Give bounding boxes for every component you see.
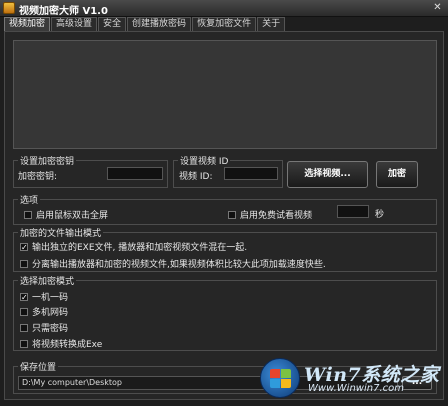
output-mode-item[interactable]: 分离输出播放器和加密的视频文件,如果视频体积比较大此项加载速度快些. xyxy=(20,257,326,270)
encrypt-mode-item[interactable]: ✓ 一机一码 xyxy=(20,290,68,303)
video-id-label: 视频 ID: xyxy=(179,172,213,182)
close-icon[interactable]: ✕ xyxy=(431,2,444,14)
windows-logo-icon xyxy=(260,358,300,398)
video-preview-area xyxy=(13,40,437,149)
output-separate-checkbox[interactable] xyxy=(20,259,28,268)
window-title: 视频加密大师 V1.0 xyxy=(19,6,108,17)
output-mode-group: 加密的文件输出模式 ✓ 输出独立的EXE文件, 播放器和加密视频文件混在一起. … xyxy=(13,226,437,272)
output-mode-group-label: 加密的文件输出模式 xyxy=(18,226,104,239)
output-exe-label: 输出独立的EXE文件, 播放器和加密视频文件混在一起. xyxy=(32,243,248,253)
video-id-group: 设置视频 ID 视频 ID: xyxy=(173,154,283,188)
tab-security[interactable]: 安全 xyxy=(98,17,127,31)
one-machine-one-code-checkbox[interactable]: ✓ xyxy=(20,292,28,301)
password-only-checkbox[interactable] xyxy=(20,323,28,332)
free-trial-label: 启用免费试看视频 xyxy=(240,211,313,221)
mouse-double-click-fullscreen-label: 启用鼠标双击全屏 xyxy=(36,211,109,221)
free-trial-checkbox[interactable] xyxy=(228,210,236,219)
multi-machine-code-checkbox[interactable] xyxy=(20,307,28,316)
options-group: 选项 启用鼠标双击全屏 启用免费试看视频 秒 xyxy=(13,193,437,225)
output-separate-label: 分离输出播放器和加密的视频文件,如果视频体积比较大此项加载速度快些. xyxy=(32,260,326,270)
video-id-group-label: 设置视频 ID xyxy=(178,154,231,167)
encrypt-key-group-label: 设置加密密钥 xyxy=(18,154,77,167)
mouse-double-click-fullscreen-checkbox[interactable] xyxy=(24,210,32,219)
encrypt-mode-item[interactable]: 只需密码 xyxy=(20,321,68,334)
watermark-url: Www.Winwin7.com xyxy=(308,383,404,394)
one-machine-one-code-label: 一机一码 xyxy=(32,293,69,303)
video-id-input[interactable] xyxy=(224,167,278,180)
convert-to-exe-checkbox[interactable] xyxy=(20,339,28,348)
encrypt-key-group: 设置加密密钥 加密密钥: xyxy=(13,154,168,188)
tab-about[interactable]: 关于 xyxy=(257,17,286,31)
options-group-label: 选项 xyxy=(18,193,41,206)
free-trial-seconds-input[interactable] xyxy=(337,205,369,218)
password-only-label: 只需密码 xyxy=(32,324,69,334)
encrypt-mode-item[interactable]: 将视频转换成Exe xyxy=(20,337,102,350)
multi-machine-code-label: 多机网码 xyxy=(32,308,69,318)
mouse-double-click-fullscreen-option[interactable]: 启用鼠标双击全屏 xyxy=(24,208,108,221)
encrypt-mode-item[interactable]: 多机网码 xyxy=(20,305,68,318)
encrypt-key-label: 加密密钥: xyxy=(18,172,58,182)
tab-create-play-password[interactable]: 创建播放密码 xyxy=(127,17,192,31)
app-icon xyxy=(3,2,15,14)
output-exe-checkbox[interactable]: ✓ xyxy=(20,242,28,251)
encrypt-mode-group-label: 选择加密模式 xyxy=(18,274,77,287)
encrypt-button[interactable]: 加密 xyxy=(376,161,418,188)
select-video-button[interactable]: 选择视频... xyxy=(287,161,368,188)
seconds-unit-label: 秒 xyxy=(375,210,385,220)
tab-bar: 视频加密 高级设置 安全 创建播放密码 恢复加密文件 关于 xyxy=(4,17,286,31)
tab-restore-encrypted-file[interactable]: 恢复加密文件 xyxy=(192,17,257,31)
save-location-group-label: 保存位置 xyxy=(18,360,59,373)
tab-video-encrypt[interactable]: 视频加密 xyxy=(4,17,51,31)
main-panel: 设置加密密钥 加密密钥: 设置视频 ID 视频 ID: 选择视频... 加密 选… xyxy=(4,31,444,400)
free-trial-option[interactable]: 启用免费试看视频 xyxy=(228,208,312,221)
convert-to-exe-label: 将视频转换成Exe xyxy=(32,340,103,350)
title-bar: 视频加密大师 V1.0 ✕ xyxy=(0,0,448,17)
encrypt-key-input[interactable] xyxy=(107,167,163,180)
encrypt-mode-group: 选择加密模式 ✓ 一机一码 多机网码 只需密码 将视频转换成Exe xyxy=(13,274,437,351)
tab-advanced-settings[interactable]: 高级设置 xyxy=(51,17,98,31)
output-mode-item[interactable]: ✓ 输出独立的EXE文件, 播放器和加密视频文件混在一起. xyxy=(20,240,247,253)
watermark: Win7系统之家 Www.Winwin7.com xyxy=(260,356,442,400)
